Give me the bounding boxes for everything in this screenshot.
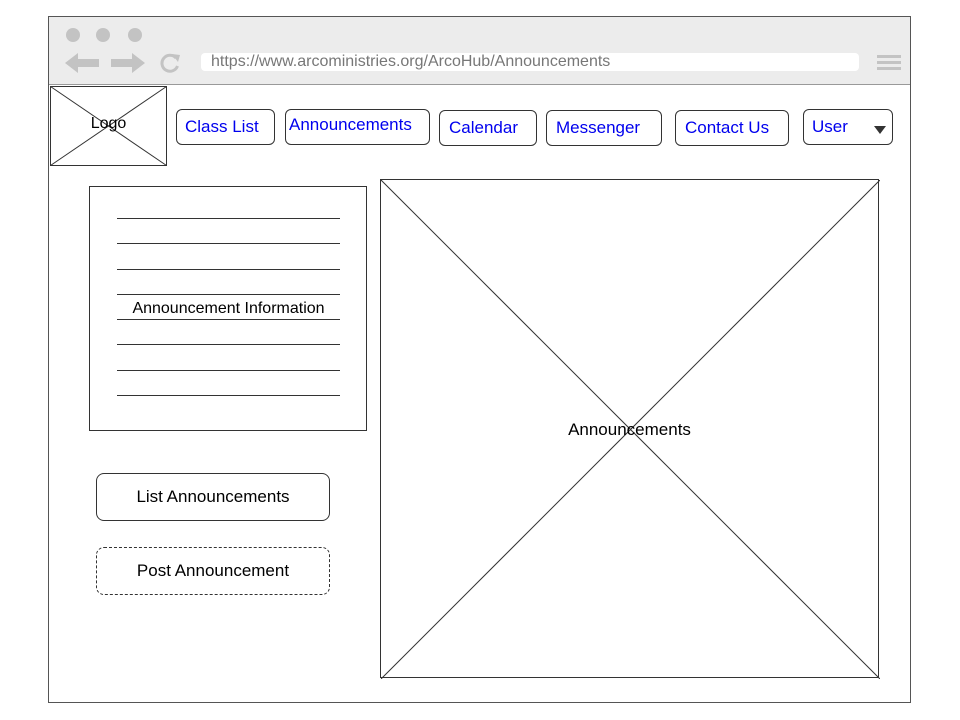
window-dot-icon[interactable]	[128, 28, 142, 42]
browser-window: https://www.arcoministries.org/ArcoHub/A…	[48, 16, 911, 703]
list-announcements-button[interactable]: List Announcements	[96, 473, 330, 521]
text-line	[117, 370, 340, 371]
nav-label: Contact Us	[685, 118, 770, 137]
text-line	[117, 344, 340, 345]
logo: Logo	[50, 86, 167, 166]
nav-calendar[interactable]: Calendar	[439, 110, 537, 146]
nav-label: Announcements	[289, 115, 412, 134]
nav-label: Messenger	[556, 118, 641, 137]
hamburger-menu-icon[interactable]	[877, 55, 901, 71]
nav-label: Class List	[185, 117, 259, 136]
nav-label: Calendar	[449, 118, 518, 137]
nav-contact-us[interactable]: Contact Us	[675, 110, 789, 146]
nav-announcements[interactable]: Announcements	[285, 109, 430, 145]
text-line	[117, 218, 340, 219]
announcements-placeholder-label: Announcements	[568, 420, 691, 439]
browser-chrome: https://www.arcoministries.org/ArcoHub/A…	[49, 17, 910, 85]
nav-label: User	[812, 117, 848, 136]
reload-icon[interactable]	[159, 53, 181, 73]
text-line	[117, 319, 340, 320]
nav-class-list[interactable]: Class List	[176, 109, 275, 145]
window-dot-icon[interactable]	[96, 28, 110, 42]
back-arrow-icon[interactable]	[65, 53, 101, 73]
address-bar[interactable]: https://www.arcoministries.org/ArcoHub/A…	[201, 53, 859, 71]
post-announcement-button[interactable]: Post Announcement	[96, 547, 330, 595]
logo-label: Logo	[90, 115, 127, 132]
announcement-info-panel: Announcement Information	[89, 186, 367, 431]
nav-messenger[interactable]: Messenger	[546, 110, 662, 146]
text-line	[117, 294, 340, 295]
announcement-info-title: Announcement Information	[117, 300, 340, 318]
announcements-placeholder: Announcements	[380, 179, 880, 679]
forward-arrow-icon[interactable]	[109, 53, 145, 73]
text-line	[117, 269, 340, 270]
nav-user-dropdown[interactable]: User	[803, 109, 893, 145]
window-dot-icon[interactable]	[66, 28, 80, 42]
chevron-down-icon[interactable]	[874, 126, 886, 134]
text-line	[117, 395, 340, 396]
text-line	[117, 243, 340, 244]
